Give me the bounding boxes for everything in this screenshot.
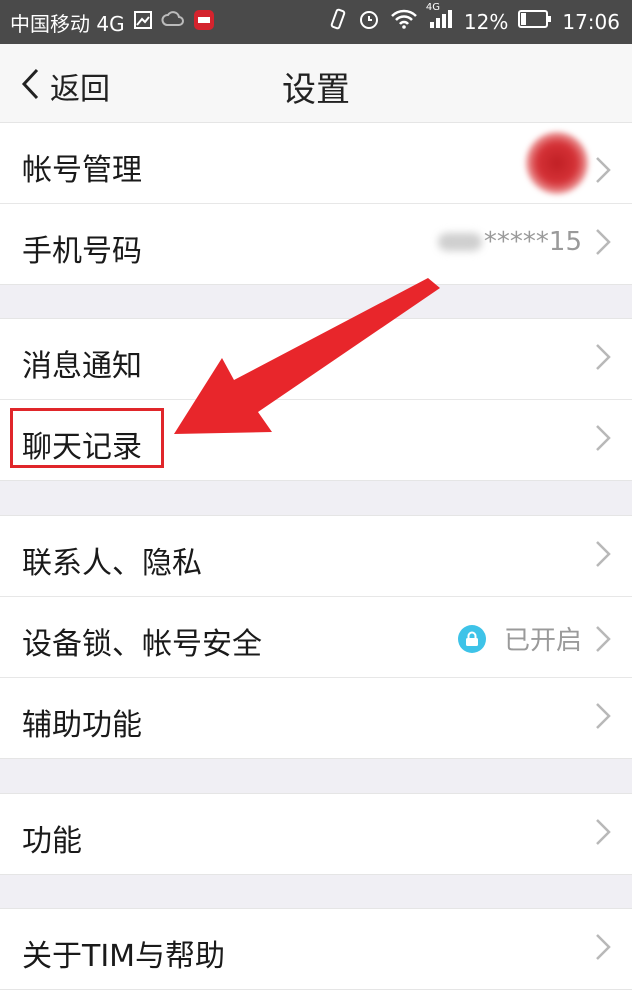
settings-group-features: 功能 <box>0 793 632 875</box>
row-label: 帐号管理 <box>22 153 142 188</box>
chevron-right-icon <box>596 703 611 729</box>
chevron-right-icon <box>596 541 611 567</box>
row-right <box>594 342 612 372</box>
row-phone-number[interactable]: 手机号码 *****15 <box>0 204 632 284</box>
page-title: 设置 <box>282 70 350 110</box>
row-label: 手机号码 <box>22 234 142 269</box>
wifi-icon <box>390 8 418 35</box>
carrier-label: 中国移动 4G <box>10 12 125 36</box>
image-icon <box>133 10 153 35</box>
alarm-icon <box>358 8 380 35</box>
status-left: 中国移动 4G <box>10 8 215 37</box>
row-label: 设备锁、帐号安全 <box>22 627 262 662</box>
row-contacts-privacy[interactable]: 联系人、隐私 <box>0 516 632 597</box>
row-account-management[interactable]: 帐号管理 <box>0 123 632 204</box>
phone-value: *****15 <box>483 227 582 257</box>
row-right <box>594 701 612 731</box>
chevron-right-icon <box>596 425 611 451</box>
signal-icon: 4G <box>426 2 454 35</box>
row-device-lock-security[interactable]: 设备锁、帐号安全 已开启 <box>0 597 632 678</box>
row-right <box>594 539 612 569</box>
app-notification-icon <box>193 9 215 36</box>
row-label: 消息通知 <box>22 349 142 384</box>
settings-group-privacy: 联系人、隐私 设备锁、帐号安全 已开启 辅助功能 <box>0 515 632 759</box>
chevron-right-icon <box>596 229 611 255</box>
highlight-box <box>10 408 164 468</box>
avatar <box>526 132 588 194</box>
clock-time: 17:06 <box>562 9 620 34</box>
row-right: *****15 <box>437 227 612 257</box>
row-right: 已开启 <box>457 620 612 657</box>
chevron-right-icon <box>596 625 611 652</box>
cloud-icon <box>161 10 185 35</box>
chevron-right-icon <box>596 344 611 370</box>
row-label: 辅助功能 <box>22 708 142 743</box>
row-right <box>594 817 612 847</box>
security-status: 已开启 <box>503 626 582 656</box>
chevron-right-icon <box>596 819 611 845</box>
status-bar: 中国移动 4G 4G 12% 17:06 <box>0 0 632 44</box>
settings-group-account: 帐号管理 手机号码 *****15 <box>0 122 632 285</box>
status-right: 4G 12% 17:06 <box>328 2 620 35</box>
row-right <box>594 423 612 453</box>
redacted-phone-prefix <box>437 233 482 251</box>
nav-bar: 返回 设置 <box>0 44 632 123</box>
row-label: 功能 <box>22 824 82 859</box>
row-notifications[interactable]: 消息通知 <box>0 319 632 400</box>
network-type-label: 4G <box>425 2 441 13</box>
row-features[interactable]: 功能 <box>0 794 632 874</box>
vibrate-icon <box>328 8 348 35</box>
row-accessibility[interactable]: 辅助功能 <box>0 678 632 758</box>
chevron-right-icon <box>596 934 611 960</box>
lock-icon <box>457 624 486 653</box>
settings-group-about: 关于TIM与帮助 <box>0 908 632 990</box>
row-label: 关于TIM与帮助 <box>22 939 226 974</box>
chevron-right-icon <box>596 157 611 183</box>
battery-icon <box>518 9 552 34</box>
row-right <box>526 132 612 194</box>
row-right <box>594 932 612 962</box>
row-label: 联系人、隐私 <box>22 546 202 581</box>
row-about-help[interactable]: 关于TIM与帮助 <box>0 909 632 989</box>
battery-percent: 12% <box>463 9 509 34</box>
